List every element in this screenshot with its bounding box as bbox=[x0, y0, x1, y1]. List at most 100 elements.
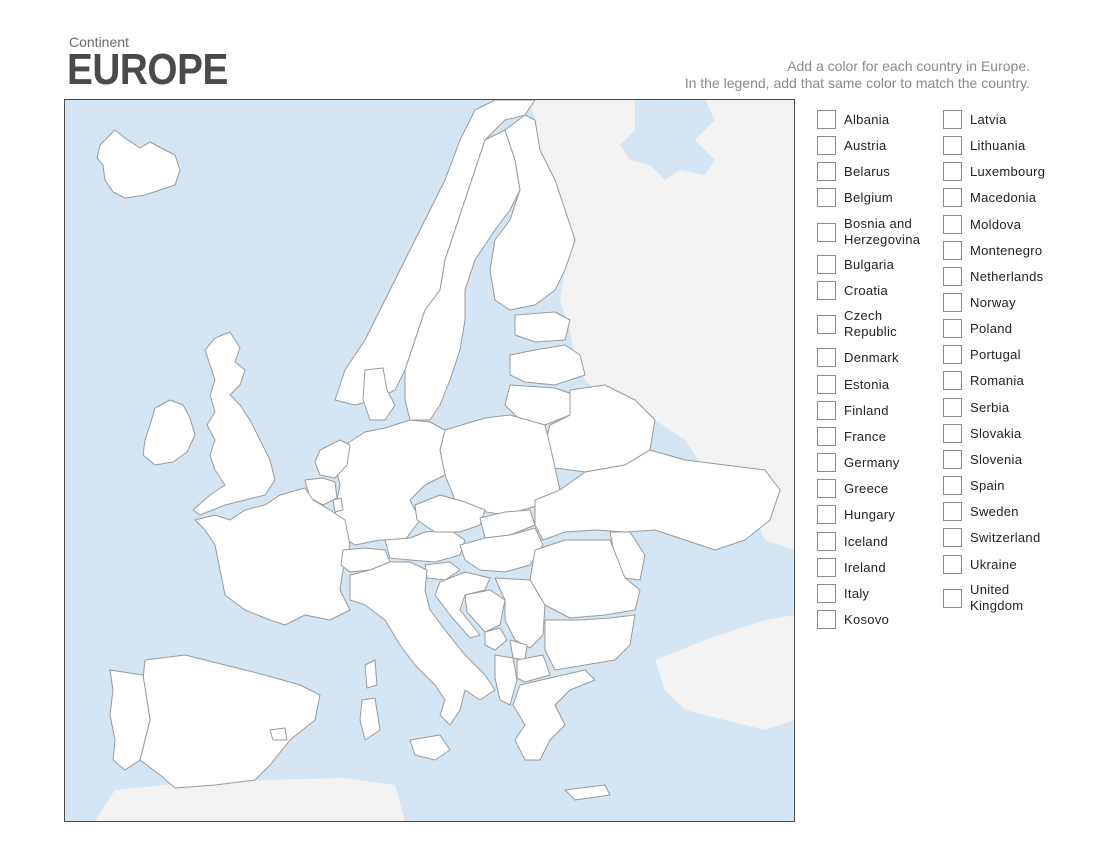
country-iceland[interactable] bbox=[96, 129, 181, 199]
country-macedonia[interactable] bbox=[516, 654, 551, 683]
color-swatch[interactable] bbox=[943, 528, 962, 547]
color-swatch[interactable] bbox=[943, 450, 962, 469]
legend-label: Bosnia and Herzegovina bbox=[844, 216, 921, 247]
legend-item-moldova[interactable]: Moldova bbox=[943, 215, 1021, 234]
country-luxembourg[interactable] bbox=[332, 497, 344, 513]
legend-item-norway[interactable]: Norway bbox=[943, 293, 1016, 312]
legend-item-slovakia[interactable]: Slovakia bbox=[943, 424, 1022, 443]
legend-item-latvia[interactable]: Latvia bbox=[943, 110, 1007, 129]
country-montenegro[interactable] bbox=[484, 627, 508, 651]
color-swatch[interactable] bbox=[943, 319, 962, 338]
legend-item-croatia[interactable]: Croatia bbox=[817, 281, 888, 300]
legend-item-belgium[interactable]: Belgium bbox=[817, 188, 893, 207]
legend-item-switzerland[interactable]: Switzerland bbox=[943, 528, 1041, 547]
legend-label: Latvia bbox=[970, 111, 1007, 127]
color-swatch[interactable] bbox=[943, 267, 962, 286]
color-swatch[interactable] bbox=[817, 136, 836, 155]
island-corsica bbox=[364, 659, 378, 689]
legend-item-bulgaria[interactable]: Bulgaria bbox=[817, 255, 894, 274]
legend-item-netherlands[interactable]: Netherlands bbox=[943, 267, 1043, 286]
color-swatch[interactable] bbox=[817, 584, 836, 603]
legend-item-germany[interactable]: Germany bbox=[817, 453, 900, 472]
color-swatch[interactable] bbox=[943, 241, 962, 260]
legend-item-france[interactable]: France bbox=[817, 427, 886, 446]
legend-item-slovenia[interactable]: Slovenia bbox=[943, 450, 1022, 469]
legend-item-luxembourg[interactable]: Luxembourg bbox=[943, 162, 1045, 181]
color-swatch[interactable] bbox=[817, 281, 836, 300]
color-swatch[interactable] bbox=[817, 401, 836, 420]
legend-item-spain[interactable]: Spain bbox=[943, 476, 1005, 495]
color-swatch[interactable] bbox=[817, 110, 836, 129]
legend-item-albania[interactable]: Albania bbox=[817, 110, 889, 129]
color-swatch[interactable] bbox=[943, 476, 962, 495]
legend-item-hungary[interactable]: Hungary bbox=[817, 505, 895, 524]
color-swatch[interactable] bbox=[817, 532, 836, 551]
legend-item-bosnia-and-herzegovina[interactable]: Bosnia and Herzegovina bbox=[817, 216, 920, 248]
legend-item-united-kingdom[interactable]: United Kingdom bbox=[943, 582, 1023, 614]
legend-item-greece[interactable]: Greece bbox=[817, 479, 888, 498]
country-latvia[interactable] bbox=[509, 344, 586, 386]
color-swatch[interactable] bbox=[943, 555, 962, 574]
color-swatch[interactable] bbox=[943, 502, 962, 521]
legend-item-sweden[interactable]: Sweden bbox=[943, 502, 1019, 521]
color-swatch[interactable] bbox=[943, 371, 962, 390]
color-swatch[interactable] bbox=[817, 348, 836, 367]
island-balearic bbox=[269, 727, 288, 741]
color-swatch[interactable] bbox=[817, 188, 836, 207]
color-swatch[interactable] bbox=[943, 345, 962, 364]
legend-item-austria[interactable]: Austria bbox=[817, 136, 887, 155]
legend-item-finland[interactable]: Finland bbox=[817, 401, 889, 420]
legend-item-lithuania[interactable]: Lithuania bbox=[943, 136, 1025, 155]
country-united-kingdom[interactable] bbox=[192, 331, 276, 516]
color-swatch[interactable] bbox=[943, 215, 962, 234]
legend-item-macedonia[interactable]: Macedonia bbox=[943, 188, 1036, 207]
legend-item-montenegro[interactable]: Montenegro bbox=[943, 241, 1042, 260]
color-swatch[interactable] bbox=[817, 375, 836, 394]
country-bulgaria[interactable] bbox=[544, 614, 636, 671]
legend-label: Slovenia bbox=[970, 451, 1023, 467]
color-swatch[interactable] bbox=[817, 505, 836, 524]
color-swatch[interactable] bbox=[943, 136, 962, 155]
legend-item-italy[interactable]: Italy bbox=[817, 584, 869, 603]
legend-item-iceland[interactable]: Iceland bbox=[817, 532, 888, 551]
color-swatch[interactable] bbox=[943, 188, 962, 207]
legend-item-denmark[interactable]: Denmark bbox=[817, 348, 899, 367]
color-swatch[interactable] bbox=[817, 453, 836, 472]
legend-label: Denmark bbox=[844, 349, 899, 365]
legend-label: Estonia bbox=[844, 376, 890, 392]
legend-item-portugal[interactable]: Portugal bbox=[943, 345, 1021, 364]
legend-label: Iceland bbox=[844, 533, 889, 549]
color-swatch[interactable] bbox=[943, 293, 962, 312]
country-greece[interactable] bbox=[512, 669, 596, 761]
legend-item-serbia[interactable]: Serbia bbox=[943, 398, 1009, 417]
country-spain[interactable] bbox=[139, 654, 321, 789]
color-swatch[interactable] bbox=[817, 222, 836, 242]
legend-label: Moldova bbox=[970, 216, 1022, 232]
legend-label: Portugal bbox=[970, 346, 1021, 362]
country-france[interactable] bbox=[194, 487, 351, 626]
legend-label: Belarus bbox=[844, 163, 891, 179]
color-swatch[interactable] bbox=[817, 558, 836, 577]
legend-item-kosovo[interactable]: Kosovo bbox=[817, 610, 889, 629]
color-swatch[interactable] bbox=[817, 255, 836, 274]
legend-item-ireland[interactable]: Ireland bbox=[817, 558, 886, 577]
legend-item-romania[interactable]: Romania bbox=[943, 371, 1024, 390]
color-swatch[interactable] bbox=[817, 610, 836, 629]
legend-item-belarus[interactable]: Belarus bbox=[817, 162, 890, 181]
legend-item-poland[interactable]: Poland bbox=[943, 319, 1012, 338]
country-ireland[interactable] bbox=[142, 399, 196, 466]
legend-item-ukraine[interactable]: Ukraine bbox=[943, 555, 1017, 574]
color-swatch[interactable] bbox=[943, 424, 962, 443]
color-swatch[interactable] bbox=[817, 314, 836, 334]
country-estonia[interactable] bbox=[514, 311, 571, 343]
color-swatch[interactable] bbox=[943, 162, 962, 181]
country-albania[interactable] bbox=[494, 654, 518, 706]
color-swatch[interactable] bbox=[943, 110, 962, 129]
color-swatch[interactable] bbox=[943, 398, 962, 417]
color-swatch[interactable] bbox=[817, 479, 836, 498]
legend-item-estonia[interactable]: Estonia bbox=[817, 375, 889, 394]
legend-item-czech-republic[interactable]: Czech Republic bbox=[817, 308, 897, 340]
color-swatch[interactable] bbox=[817, 427, 836, 446]
color-swatch[interactable] bbox=[943, 588, 962, 608]
color-swatch[interactable] bbox=[817, 162, 836, 181]
